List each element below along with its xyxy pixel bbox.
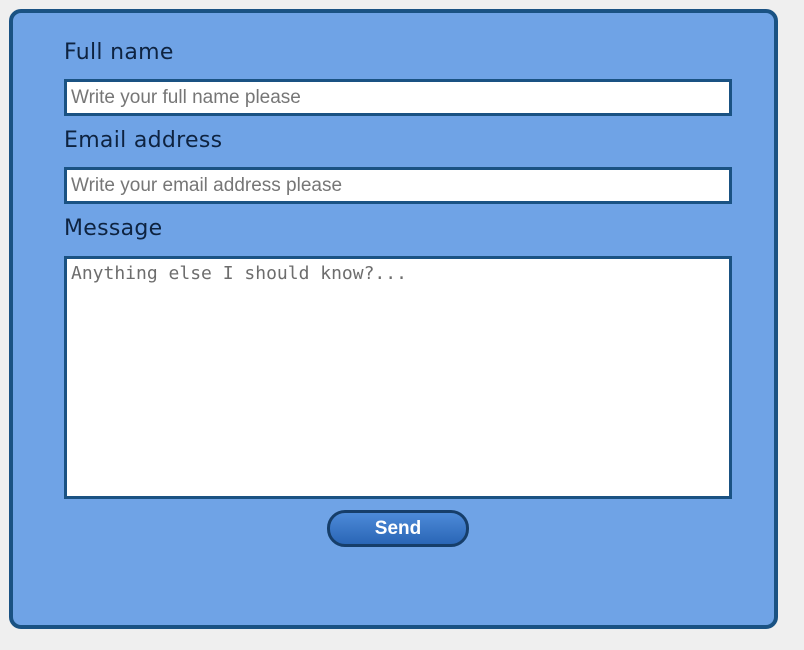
email-label: Email address: [64, 128, 223, 153]
message-textarea[interactable]: [64, 256, 732, 499]
contact-form-panel: Full name Email address Message Send: [9, 9, 778, 629]
send-button[interactable]: Send: [327, 510, 469, 547]
message-label: Message: [64, 216, 163, 241]
fullname-input[interactable]: [64, 79, 732, 116]
email-input[interactable]: [64, 167, 732, 204]
fullname-label: Full name: [64, 40, 174, 65]
